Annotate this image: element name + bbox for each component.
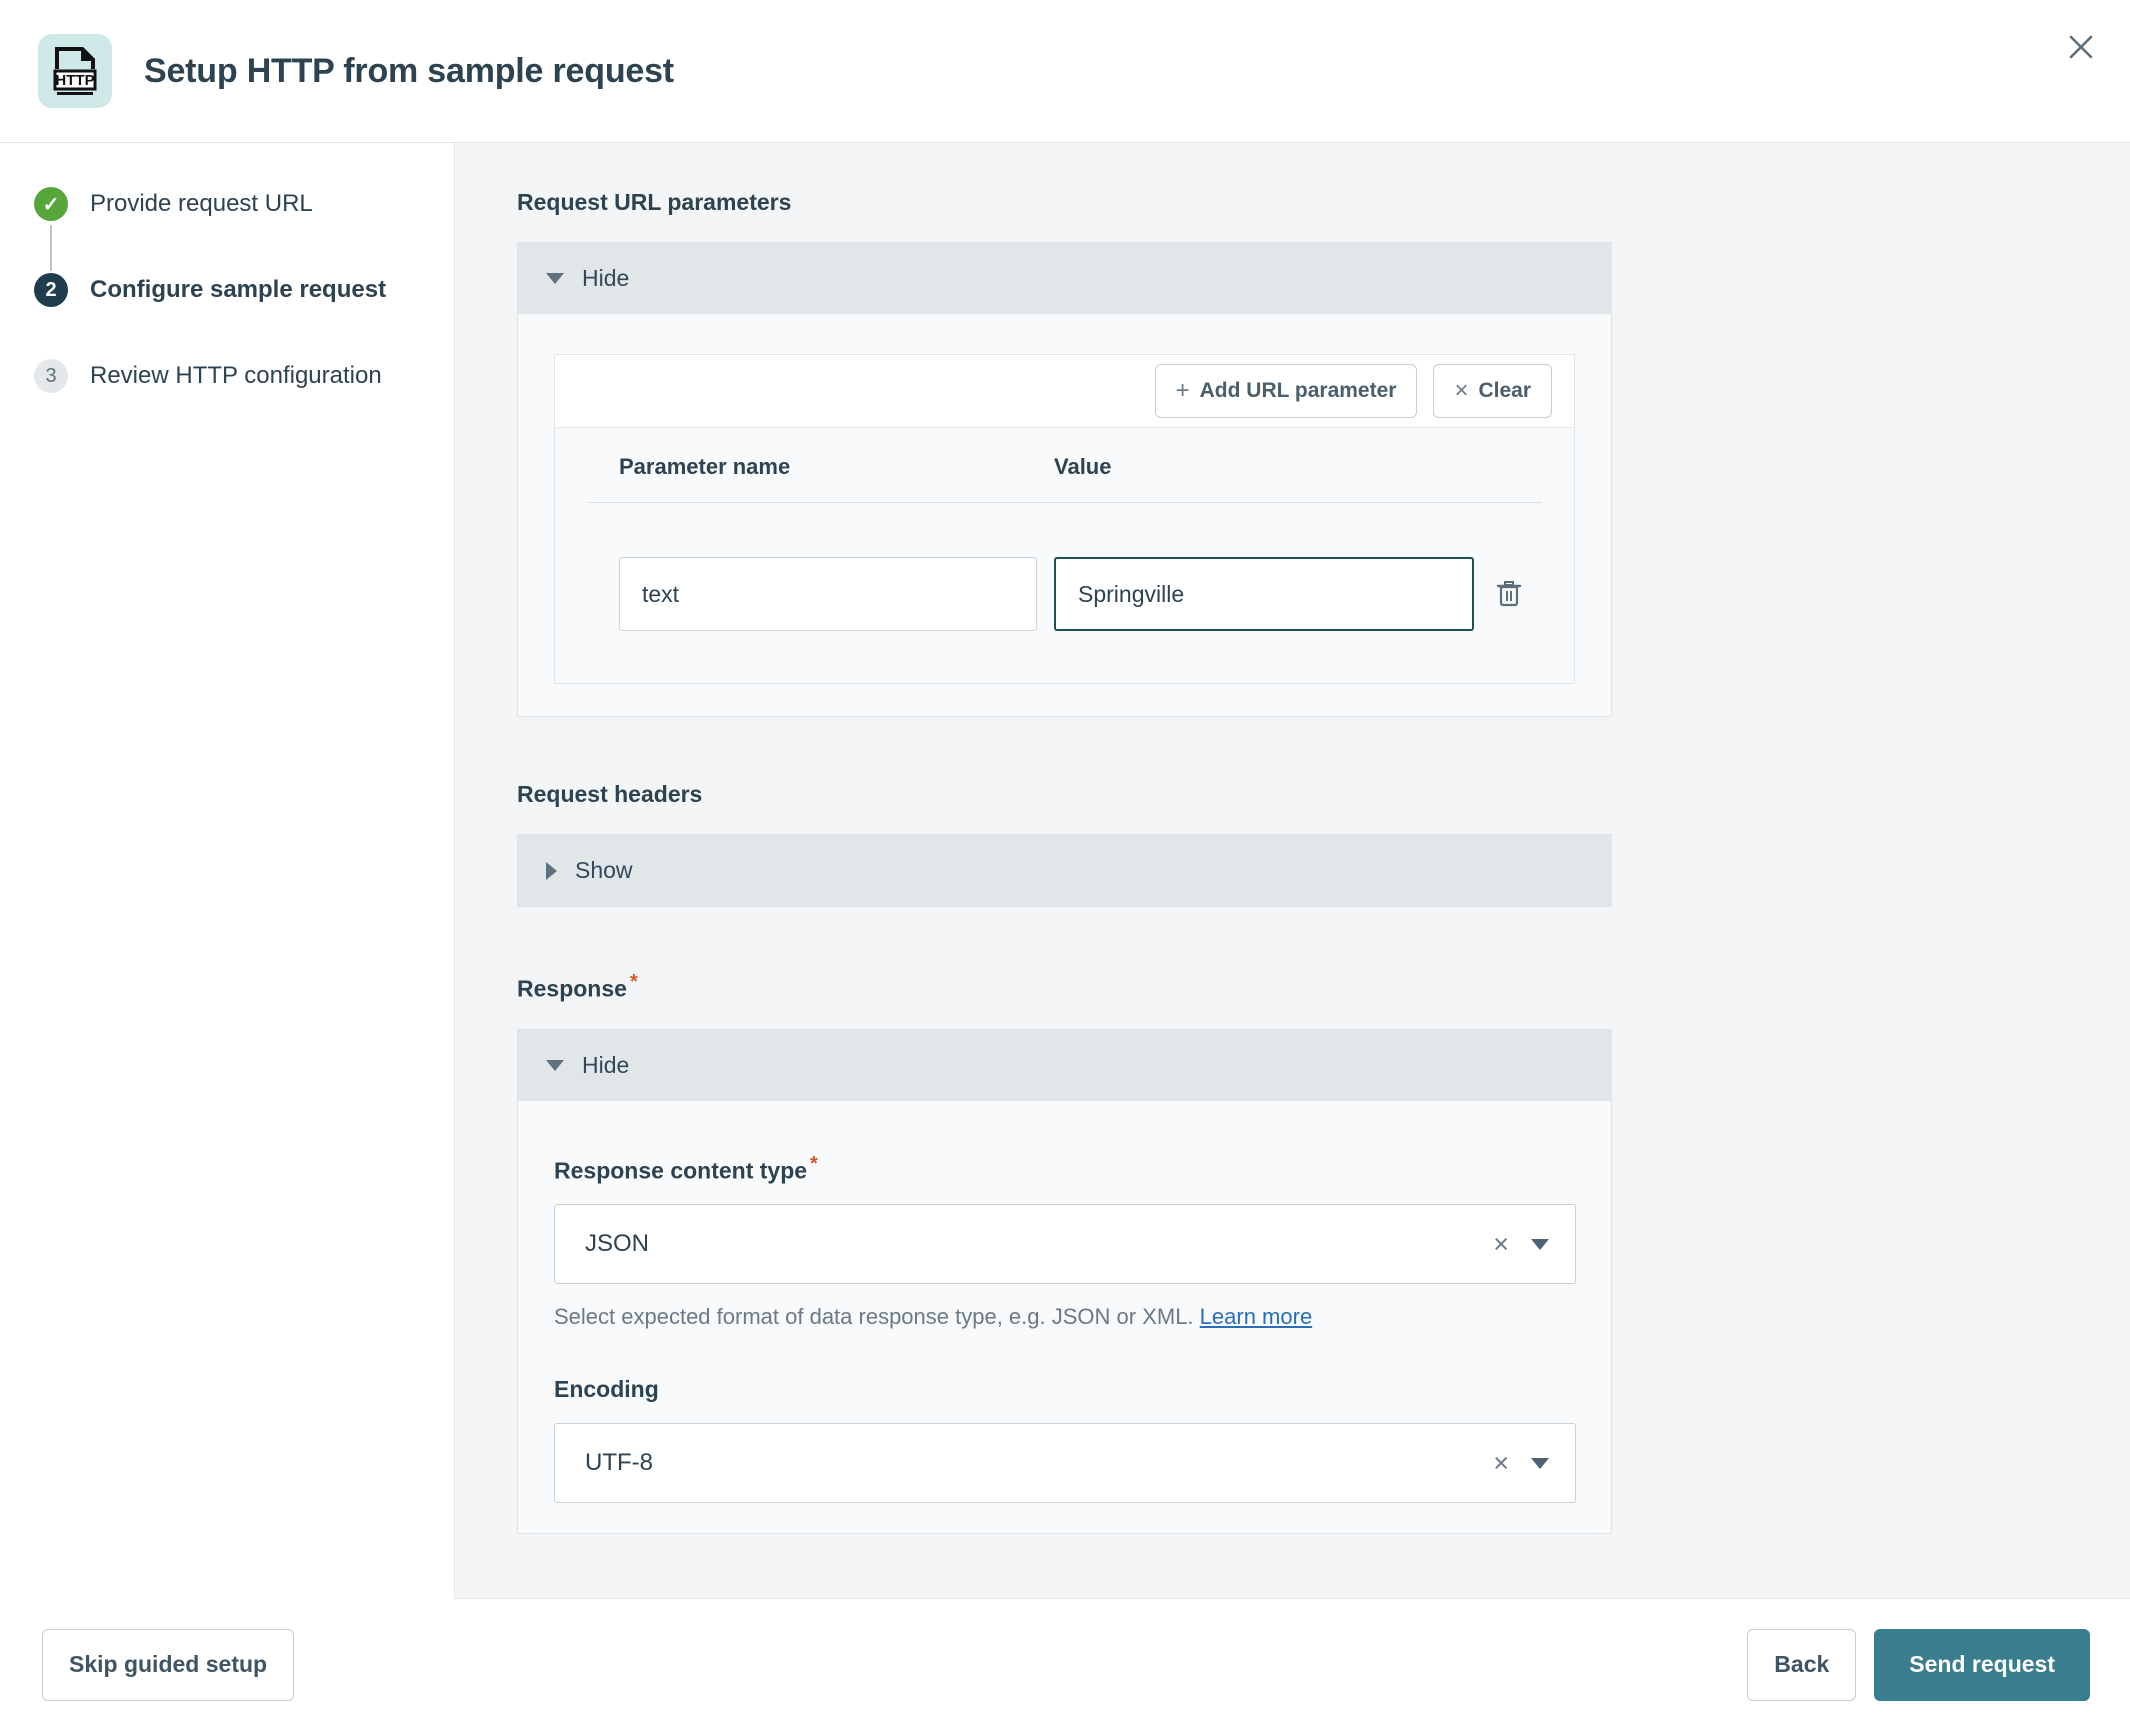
http-file-icon: HTTP — [38, 34, 112, 108]
url-parameters-body: + Add URL parameter × Clear Parameter na… — [518, 314, 1611, 716]
response-label-text: Response — [517, 976, 627, 1002]
chevron-down-icon — [546, 1060, 564, 1071]
required-asterisk: * — [630, 971, 638, 993]
required-asterisk: * — [810, 1153, 818, 1175]
sidebar-step-review-http-configuration[interactable]: 3 Review HTTP configuration — [34, 357, 454, 443]
clear-label: Clear — [1478, 379, 1531, 403]
help-text-body: Select expected format of data response … — [554, 1304, 1194, 1329]
page-title: Setup HTTP from sample request — [144, 52, 674, 91]
close-x-icon: × — [1454, 377, 1468, 405]
step-marker-check-icon: ✓ — [34, 187, 68, 221]
sidebar-step-label: Review HTTP configuration — [90, 357, 382, 395]
svg-text:HTTP: HTTP — [55, 72, 94, 89]
sidebar-step-label: Configure sample request — [90, 271, 386, 309]
table-header-row: Parameter name Value — [587, 428, 1542, 503]
response-toggle[interactable]: Hide — [518, 1030, 1611, 1101]
step-marker-3: 3 — [34, 359, 68, 393]
encoding-field: Encoding UTF-8 × — [554, 1376, 1575, 1503]
response-content-type-field: Response content type* JSON × Select exp… — [554, 1153, 1575, 1331]
table-row — [587, 503, 1542, 683]
url-parameters-table: Parameter name Value — [555, 428, 1574, 683]
main-content: Request URL parameters Hide + Add URL pa… — [455, 143, 2130, 1599]
request-url-parameters-panel: Hide + Add URL parameter × Clear — [517, 242, 1612, 717]
modal-header: HTTP Setup HTTP from sample request — [0, 0, 2130, 143]
modal-body: ✓ Provide request URL 2 Configure sample… — [0, 143, 2130, 1599]
clear-selection-icon[interactable]: × — [1493, 1231, 1509, 1258]
add-url-parameter-button[interactable]: + Add URL parameter — [1155, 364, 1418, 418]
step-connector — [50, 225, 52, 271]
add-url-parameter-label: Add URL parameter — [1200, 379, 1397, 403]
request-url-parameters-label: Request URL parameters — [517, 189, 2130, 216]
url-parameters-card: + Add URL parameter × Clear Parameter na… — [554, 354, 1575, 684]
clear-selection-icon[interactable]: × — [1493, 1450, 1509, 1477]
response-body: Response content type* JSON × Select exp… — [518, 1101, 1611, 1534]
content-bottom-divider — [455, 1598, 2130, 1599]
back-button[interactable]: Back — [1747, 1629, 1856, 1701]
request-headers-toggle[interactable]: Show — [518, 835, 1611, 906]
sidebar-step-configure-sample-request[interactable]: 2 Configure sample request — [34, 271, 454, 357]
response-toggle-label: Hide — [582, 1052, 629, 1079]
request-headers-panel: Show — [517, 834, 1612, 907]
url-parameters-toggle-label: Hide — [582, 265, 629, 292]
chevron-right-icon — [546, 862, 557, 880]
skip-guided-setup-button[interactable]: Skip guided setup — [42, 1629, 294, 1701]
response-panel: Hide Response content type* JSON × — [517, 1029, 1612, 1535]
parameter-name-cell — [587, 557, 1042, 631]
parameter-name-input[interactable] — [619, 557, 1037, 631]
request-headers-label: Request headers — [517, 781, 2130, 808]
response-content-type-help: Select expected format of data response … — [554, 1304, 1575, 1330]
response-content-type-label: Response content type* — [554, 1153, 1575, 1185]
chevron-down-icon[interactable] — [1531, 1239, 1549, 1250]
wizard-steps: ✓ Provide request URL 2 Configure sample… — [34, 185, 454, 443]
send-request-button[interactable]: Send request — [1874, 1629, 2090, 1701]
encoding-value: UTF-8 — [585, 1449, 1493, 1477]
column-header-value: Value — [1042, 454, 1472, 480]
trash-icon[interactable] — [1490, 573, 1528, 616]
url-parameters-toolbar: + Add URL parameter × Clear — [555, 355, 1574, 428]
encoding-select[interactable]: UTF-8 × — [554, 1423, 1576, 1503]
parameter-value-input[interactable] — [1054, 557, 1474, 631]
sidebar-step-provide-request-url[interactable]: ✓ Provide request URL — [34, 185, 454, 271]
step-marker-2: 2 — [34, 273, 68, 307]
learn-more-link[interactable]: Learn more — [1200, 1304, 1313, 1329]
chevron-down-icon[interactable] — [1531, 1458, 1549, 1469]
response-content-type-value: JSON — [585, 1230, 1493, 1258]
modal-footer: Skip guided setup Back Send request — [0, 1599, 2130, 1730]
plus-icon: + — [1176, 377, 1190, 405]
response-label: Response* — [517, 971, 2130, 1003]
chevron-down-icon — [546, 273, 564, 284]
footer-actions: Back Send request — [1747, 1629, 2090, 1701]
clear-url-parameters-button[interactable]: × Clear — [1433, 364, 1552, 418]
request-headers-toggle-label: Show — [575, 857, 633, 884]
response-content-type-label-text: Response content type — [554, 1157, 807, 1183]
column-header-parameter-name: Parameter name — [587, 454, 1042, 480]
url-parameters-toggle[interactable]: Hide — [518, 243, 1611, 314]
setup-http-modal: HTTP Setup HTTP from sample request ✓ Pr… — [0, 0, 2130, 1730]
wizard-sidebar: ✓ Provide request URL 2 Configure sample… — [0, 143, 455, 1599]
response-content-type-select[interactable]: JSON × — [554, 1204, 1576, 1284]
encoding-label: Encoding — [554, 1376, 1575, 1403]
close-icon[interactable] — [2054, 20, 2108, 74]
parameter-value-cell — [1042, 557, 1472, 631]
sidebar-step-label: Provide request URL — [90, 185, 313, 223]
